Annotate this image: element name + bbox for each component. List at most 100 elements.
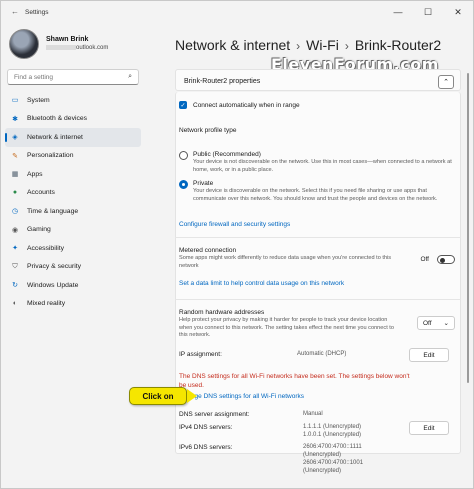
- settings-window: ← Settings — ☐ ✕ Shawn Brink outlook.com…: [0, 0, 474, 489]
- minimize-button[interactable]: —: [383, 1, 413, 23]
- update-icon: ↻: [12, 282, 18, 290]
- metered-row: Metered connection Some apps might work …: [179, 247, 393, 270]
- sidebar-item-bluetooth[interactable]: ✱ Bluetooth & devices: [5, 110, 141, 129]
- public-radio-row[interactable]: Public (Recommended) Your device is not …: [179, 151, 453, 174]
- divider: [175, 237, 461, 238]
- user-profile[interactable]: Shawn Brink outlook.com: [9, 29, 108, 59]
- click-on-callout: Click on: [129, 387, 187, 405]
- dns-assignment-value: Manual: [303, 411, 323, 417]
- page-title: Brink-Router2: [354, 37, 442, 53]
- profile-name: Shawn Brink: [46, 36, 89, 44]
- sidebar-item-label: Bluetooth & devices: [27, 115, 88, 123]
- main-content: Network & internet › Wi-Fi › Brink-Router2 E…: [151, 23, 473, 488]
- divider: [175, 299, 461, 300]
- ip-edit-button[interactable]: Edit: [409, 348, 449, 362]
- sidebar-item-personalization[interactable]: ✎ Personalization: [5, 147, 141, 166]
- metered-desc: Some apps might work differently to redu…: [179, 255, 392, 269]
- chevron-up-icon: ⌃: [443, 79, 449, 86]
- sidebar-item-label: System: [27, 96, 50, 104]
- sidebar-item-label: Personalization: [27, 152, 74, 160]
- mixed-reality-icon: ◐: [12, 300, 18, 308]
- ipv4-values: 1.1.1.1 (Unencrypted) 1.0.0.1 (Unencrypt…: [303, 423, 361, 439]
- sidebar-item-network[interactable]: ◈ Network & internet: [5, 128, 141, 147]
- public-radio[interactable]: [179, 151, 188, 160]
- auto-connect-label: Connect automatically when in range: [193, 101, 300, 109]
- system-icon: ▭: [11, 97, 19, 105]
- sidebar-item-label: Gaming: [27, 226, 51, 234]
- window-title: Settings: [25, 8, 49, 16]
- private-desc: Your device is discoverable on the netwo…: [193, 188, 438, 202]
- ipv4-value-1: 1.1.1.1 (Unencrypted): [303, 424, 362, 430]
- nav-list: ▭ System ✱ Bluetooth & devices ◈ Network & …: [5, 91, 141, 313]
- sidebar-item-label: Apps: [27, 170, 43, 178]
- random-hw-desc: Help protect your privacy by making it h…: [179, 317, 394, 338]
- search-input[interactable]: [14, 73, 129, 81]
- metered-title: Metered connection: [179, 247, 237, 254]
- accessibility-icon: ✦: [12, 245, 18, 253]
- properties-header[interactable]: Brink-Router2 properties ⌃: [175, 69, 461, 91]
- auto-connect-row[interactable]: ✓ Connect automatically when in range: [179, 101, 453, 109]
- sidebar: Shawn Brink outlook.com ⌕ ▭ System ✱ Bluet…: [1, 23, 151, 488]
- breadcrumb: Network & internet › Wi-Fi › Brink-Router2: [175, 37, 441, 53]
- sidebar-item-label: Network & internet: [27, 133, 83, 141]
- sidebar-item-windows-update[interactable]: ↻ Windows Update: [5, 276, 141, 295]
- data-limit-link-row: Set a data limit to help control data us…: [179, 280, 453, 287]
- ip-assignment-value: Automatic (DHCP): [297, 351, 347, 357]
- ipv4-value-2: 1.0.0.1 (Unencrypted): [303, 432, 362, 438]
- chevron-down-icon: ⌄: [443, 320, 449, 327]
- breadcrumb-separator: ›: [296, 39, 301, 53]
- avatar: [9, 29, 39, 59]
- sidebar-item-mixed-reality[interactable]: ◐ Mixed reality: [5, 295, 141, 314]
- ip-assignment-label: IP assignment:: [179, 351, 222, 358]
- sidebar-item-accessibility[interactable]: ✦ Accessibility: [5, 239, 141, 258]
- sidebar-item-label: Time & language: [27, 207, 79, 215]
- sidebar-item-privacy[interactable]: ⛉ Privacy & security: [5, 258, 141, 277]
- metered-toggle[interactable]: [437, 255, 455, 264]
- dns-assignment-label: DNS server assignment:: [179, 411, 250, 418]
- search-icon[interactable]: ⌕: [128, 73, 132, 81]
- close-button[interactable]: ✕: [443, 1, 473, 23]
- ipv4-label: IPv4 DNS servers:: [179, 424, 233, 431]
- title-bar: ← Settings — ☐ ✕: [1, 1, 473, 23]
- random-hw-dropdown[interactable]: Off ⌄: [417, 316, 455, 330]
- dns-warning-text: The DNS settings for all Wi-Fi networks …: [179, 373, 410, 389]
- breadcrumb-wifi[interactable]: Wi-Fi: [306, 37, 339, 53]
- scrollbar[interactable]: [467, 73, 469, 383]
- breadcrumb-network[interactable]: Network & internet: [175, 37, 290, 53]
- random-hw-value: Off: [423, 319, 432, 327]
- shield-icon: ⛉: [12, 262, 18, 270]
- bluetooth-icon: ✱: [12, 115, 18, 123]
- public-title: Public (Recommended): [193, 151, 261, 158]
- accounts-icon: ●: [12, 189, 18, 197]
- public-desc: Your device is not discoverable on the n…: [193, 159, 452, 173]
- callout-arrow: [187, 389, 197, 403]
- sidebar-item-time-language[interactable]: ◷ Time & language: [5, 202, 141, 221]
- ipv6-value-3: 2606:4700:4700::1001: [303, 460, 364, 466]
- dns-warning: The DNS settings for all Wi-Fi networks …: [179, 373, 413, 390]
- clock-icon: ◷: [11, 208, 19, 216]
- gaming-icon: ◉: [11, 226, 19, 234]
- sidebar-item-label: Accounts: [27, 189, 55, 197]
- firewall-link[interactable]: Configure firewall and security settings: [179, 221, 290, 228]
- sidebar-item-system[interactable]: ▭ System: [5, 91, 141, 110]
- auto-connect-checkbox[interactable]: ✓: [179, 101, 187, 109]
- sidebar-item-apps[interactable]: ▦ Apps: [5, 165, 141, 184]
- sidebar-item-label: Mixed reality: [27, 300, 66, 308]
- profile-type-label: Network profile type: [179, 127, 237, 134]
- private-radio[interactable]: [179, 180, 188, 189]
- sidebar-item-accounts[interactable]: ● Accounts: [5, 184, 141, 203]
- private-radio-row[interactable]: Private Your device is discoverable on t…: [179, 180, 453, 203]
- search-box[interactable]: ⌕: [7, 69, 139, 85]
- private-title: Private: [193, 180, 214, 187]
- change-dns-link[interactable]: Change DNS settings for all Wi-Fi networ…: [179, 393, 304, 400]
- sidebar-item-label: Privacy & security: [27, 263, 82, 271]
- metered-toggle-group[interactable]: Off: [420, 255, 455, 264]
- dns-edit-button[interactable]: Edit: [409, 421, 449, 435]
- collapse-button[interactable]: ⌃: [438, 75, 454, 89]
- sidebar-item-gaming[interactable]: ◉ Gaming: [5, 221, 141, 240]
- data-limit-link[interactable]: Set a data limit to help control data us…: [179, 280, 344, 287]
- change-dns-link-row: Change DNS settings for all Wi-Fi networ…: [179, 393, 453, 400]
- sidebar-item-label: Accessibility: [27, 244, 65, 252]
- back-arrow-icon[interactable]: ←: [11, 8, 19, 16]
- maximize-button[interactable]: ☐: [413, 1, 443, 23]
